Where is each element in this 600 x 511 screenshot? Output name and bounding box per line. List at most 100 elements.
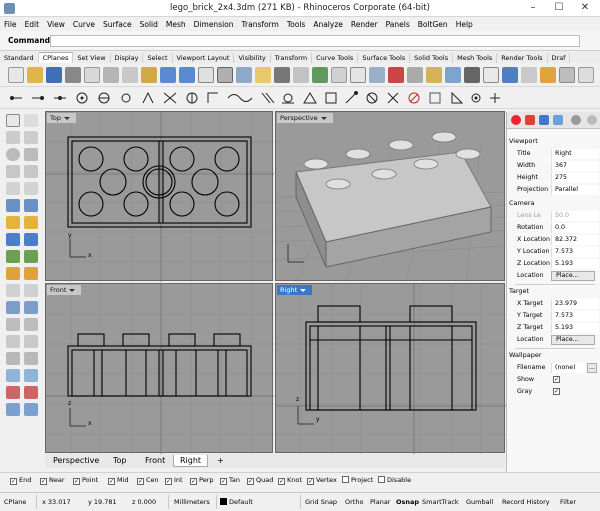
help-icon[interactable] [502,67,518,83]
more-tools-icon[interactable] [578,67,594,83]
cone-icon[interactable] [24,233,38,246]
tab-transform[interactable]: Transform [271,53,313,63]
checkbox-icon[interactable] [378,476,385,483]
pan-icon[interactable] [198,67,214,83]
copy-object-icon[interactable] [24,335,38,348]
viewport-perspective-title[interactable]: Perspective [277,113,333,123]
rectangle-icon[interactable] [24,165,38,178]
vptab-add-button[interactable]: + [211,455,230,467]
viewport-dropdown-icon[interactable] [69,288,76,292]
undo-icon[interactable] [160,67,176,83]
menu-analyze[interactable]: Analyze [309,17,347,30]
osnap-end[interactable]: ✓ End [10,476,31,485]
show-checkbox[interactable]: ✓ [553,376,560,383]
trim-icon[interactable] [6,284,20,297]
properties-tab-icon[interactable] [511,115,521,125]
osnap-near[interactable]: ✓ Near [40,476,65,485]
chamfer-icon[interactable] [24,318,38,331]
viewport-right[interactable]: Right z y [275,283,506,454]
osnap-cen[interactable]: ✓ Cen [137,476,159,485]
tab-display[interactable]: Display [111,53,144,63]
viewport-right-title[interactable]: Right [277,285,313,295]
checkbox-icon[interactable]: ✓ [40,478,47,485]
checkbox-icon[interactable]: ✓ [108,478,115,485]
vptab-front[interactable]: Front [139,455,171,467]
render-tab-icon[interactable] [553,115,563,125]
osnap-tan[interactable]: ✓ Tan [220,476,240,485]
height-field[interactable]: 275 [551,173,599,183]
mesh-icon[interactable] [6,250,20,263]
menu-solid[interactable]: Solid [136,17,162,30]
text-icon[interactable] [6,267,20,280]
status-planar[interactable]: Planar [370,498,390,507]
menu-panels[interactable]: Panels [382,17,414,30]
z-target-field[interactable]: 5.193 [551,323,599,333]
join-icon[interactable] [6,301,20,314]
tab-surface-tools[interactable]: Surface Tools [358,53,411,63]
status-layer[interactable]: Default [220,498,253,507]
checkbox-icon[interactable]: ✓ [137,478,144,485]
render-object-icon[interactable] [24,403,38,416]
arc-icon[interactable] [24,148,38,161]
osnap-disable[interactable]: Disable [378,476,411,485]
curve-icon[interactable] [6,165,20,178]
menu-help[interactable]: Help [452,17,477,30]
move-icon[interactable] [6,335,20,348]
menu-transform[interactable]: Transform [238,17,283,30]
point-icon[interactable] [6,131,20,144]
title-field[interactable]: Right [551,149,599,159]
paste-icon[interactable] [141,67,157,83]
width-field[interactable]: 367 [551,161,599,171]
render-icon[interactable] [388,67,404,83]
status-units[interactable]: Millimeters [174,498,210,507]
osnap-knot[interactable]: ✓ Knot [278,476,302,485]
redo-icon[interactable] [179,67,195,83]
polyline-icon[interactable] [24,131,38,144]
minimize-button[interactable]: – [520,0,546,16]
tab-viewport-layout[interactable]: Viewport Layout [173,53,235,63]
tab-visibility[interactable]: Visibility [234,53,271,63]
checkbox-icon[interactable]: ✓ [73,478,80,485]
properties-icon[interactable] [445,67,461,83]
status-filter[interactable]: Filter [560,498,576,507]
fillet-icon[interactable] [6,318,20,331]
explode-icon[interactable] [24,301,38,314]
checkbox-icon[interactable]: ✓ [247,478,254,485]
select-icon[interactable] [407,67,423,83]
cplane-icon[interactable] [350,67,366,83]
box-icon[interactable] [6,216,20,229]
copy-icon[interactable] [122,67,138,83]
mirror-icon[interactable] [6,369,20,382]
checkbox-icon[interactable]: ✓ [165,478,172,485]
checkbox-icon[interactable] [342,476,349,483]
sphere-icon[interactable] [24,216,38,229]
options-icon[interactable] [483,67,499,83]
menu-tools[interactable]: Tools [283,17,309,30]
vptab-top[interactable]: Top [107,455,133,467]
status-cplane[interactable]: CPlane [4,498,26,507]
cut-icon[interactable] [103,67,119,83]
viewport-top-title[interactable]: Top [47,113,76,123]
maximize-button[interactable]: ☐ [546,0,572,16]
osnap-perp[interactable]: ✓ Perp [190,476,214,485]
menu-boltgen[interactable]: BoltGen [414,17,452,30]
select-window-icon[interactable] [24,114,38,127]
surface-icon[interactable] [6,199,20,212]
command-input[interactable] [50,35,580,47]
viewport-dropdown-icon[interactable] [320,116,327,120]
scale-icon[interactable] [24,352,38,365]
dimension-icon[interactable] [24,267,38,280]
grid-icon[interactable] [331,67,347,83]
viewport-perspective[interactable]: Perspective [275,111,506,282]
ellipse-icon[interactable] [24,182,38,195]
status-ortho[interactable]: Ortho [345,498,363,507]
print-icon[interactable] [65,67,81,83]
tab-curve-tools[interactable]: Curve Tools [312,53,359,63]
menu-view[interactable]: View [43,17,69,30]
vptab-right[interactable]: Right [173,455,209,467]
checkbox-icon[interactable]: ✓ [307,478,314,485]
boolean-union-icon[interactable] [6,386,20,399]
tab-draf[interactable]: Draf [548,53,571,63]
analyze-icon[interactable] [559,67,575,83]
x-target-field[interactable]: 23.979 [551,299,599,309]
